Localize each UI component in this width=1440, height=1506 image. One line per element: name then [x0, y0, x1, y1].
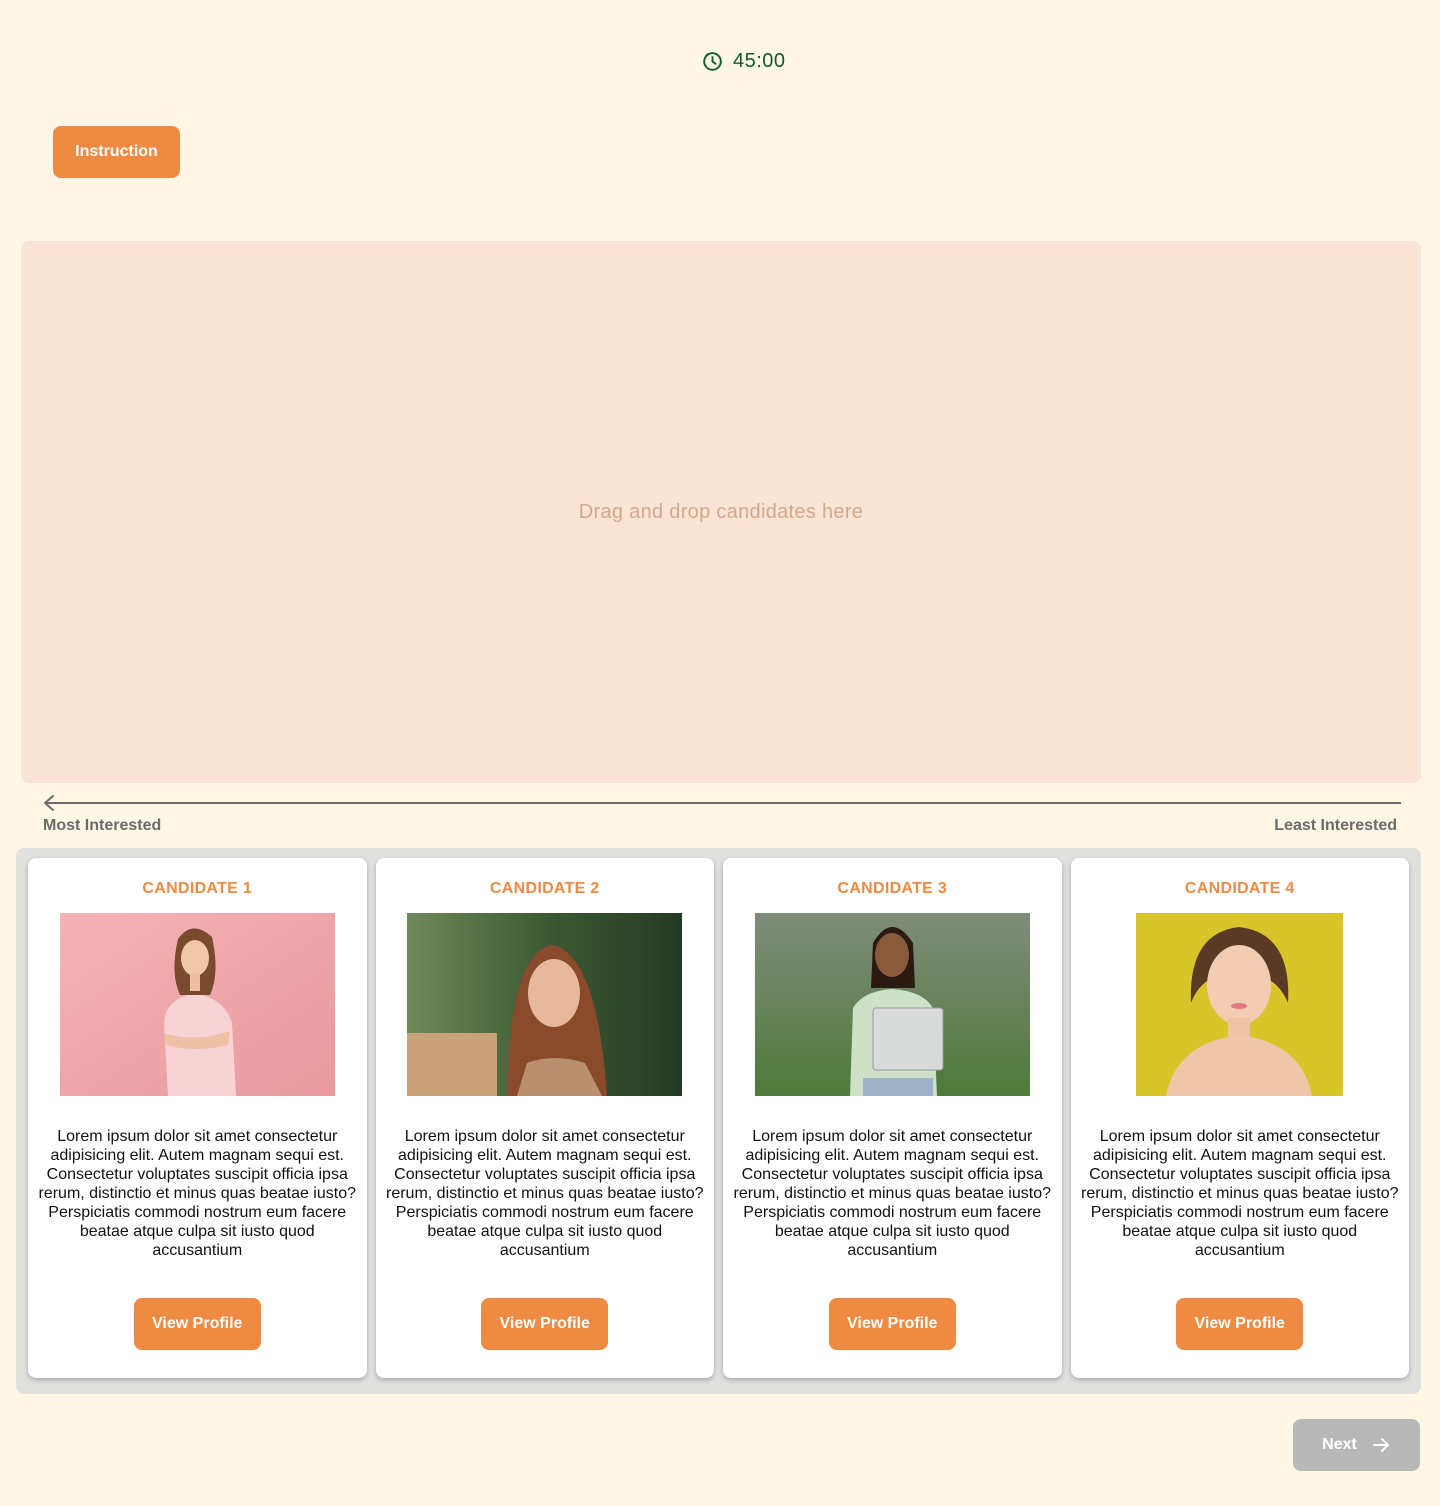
candidate-title: CANDIDATE 3	[837, 880, 948, 897]
view-profile-button[interactable]: View Profile	[481, 1298, 609, 1350]
candidate-description: Lorem ipsum dolor sit amet consectetur a…	[38, 1128, 357, 1259]
interest-scale-arrow	[44, 795, 1401, 811]
candidate-pool: CANDIDATE 1 Lorem ipsum dolor sit amet c…	[16, 848, 1421, 1394]
view-profile-button[interactable]: View Profile	[133, 1298, 261, 1350]
arrow-right-icon	[1372, 1438, 1389, 1452]
woman-outdoor-portrait-photo	[407, 913, 683, 1096]
candidate-dropzone[interactable]: Drag and drop candidates here	[21, 241, 1421, 783]
candidate-card[interactable]: CANDIDATE 3 Lorem ipsum dolor sit amet c…	[723, 858, 1062, 1378]
timer-value: 45:00	[733, 50, 786, 72]
clock-icon	[703, 52, 722, 71]
instruction-button[interactable]: Instruction	[53, 126, 180, 178]
dropzone-placeholder: Drag and drop candidates here	[578, 500, 864, 523]
woman-pink-background-photo	[59, 913, 335, 1096]
candidate-title: CANDIDATE 2	[489, 880, 600, 897]
candidate-description: Lorem ipsum dolor sit amet consectetur a…	[733, 1128, 1052, 1259]
candidate-title: CANDIDATE 4	[1184, 880, 1295, 897]
next-button-label: Next	[1322, 1436, 1357, 1453]
woman-yellow-background-photo	[1136, 913, 1344, 1096]
student-with-notebook-photo	[754, 913, 1030, 1096]
candidate-card[interactable]: CANDIDATE 4 Lorem ipsum dolor sit amet c…	[1070, 858, 1409, 1378]
view-profile-button[interactable]: View Profile	[828, 1298, 956, 1350]
view-profile-button[interactable]: View Profile	[1176, 1298, 1304, 1350]
timer: 45:00	[702, 50, 786, 73]
candidate-description: Lorem ipsum dolor sit amet consectetur a…	[386, 1128, 704, 1259]
candidate-title: CANDIDATE 1	[142, 880, 253, 897]
candidate-card[interactable]: CANDIDATE 1 Lorem ipsum dolor sit amet c…	[28, 858, 367, 1378]
next-button[interactable]: Next	[1293, 1419, 1420, 1471]
most-interested-label: Most Interested	[43, 817, 162, 834]
candidate-description: Lorem ipsum dolor sit amet consectetur a…	[1081, 1128, 1399, 1259]
least-interested-label: Least Interested	[1274, 817, 1397, 834]
candidate-card[interactable]: CANDIDATE 2 Lorem ipsum dolor sit amet c…	[375, 858, 714, 1378]
